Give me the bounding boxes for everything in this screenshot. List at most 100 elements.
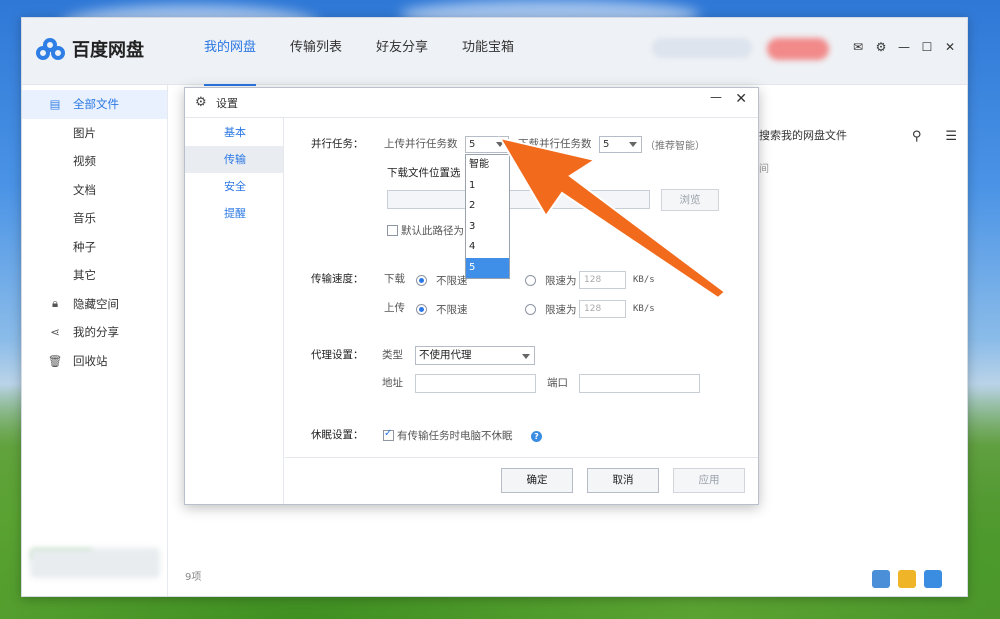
settings-gear-icon[interactable]: ⚙ [874,40,888,54]
sidebar-item-music[interactable]: 音乐 [22,204,167,233]
help-icon[interactable]: ? [531,431,542,442]
dropdown-option[interactable]: 1 [466,176,509,197]
settings-tab-reminder[interactable]: 提醒 [185,200,283,227]
gear-icon: ⚙ [195,95,207,110]
item-count: 9项 [185,572,202,583]
sidebar-item-docs[interactable]: 文档 [22,176,167,205]
no-sleep-label: 有传输任务时电脑不休眠 [397,430,513,442]
download-unlimited-radio[interactable] [416,275,427,286]
upload-limit-radio[interactable] [525,304,536,315]
app-logo: 百度网盘 [36,36,144,62]
tab-transfer-list[interactable]: 传输列表 [273,18,359,85]
no-sleep-checkbox[interactable] [383,428,394,441]
cloud-logo-icon [36,38,66,60]
settings-tab-basic[interactable]: 基本 [185,119,283,146]
dialog-header: ⚙ 设置 — ✕ [185,88,758,118]
chevron-down-icon [496,142,504,147]
tray-app-icon[interactable] [924,570,942,588]
settings-dialog: ⚙ 设置 — ✕ 基本 传输 安全 提醒 并行任务： 上传并行任务数 5 下载并… [184,87,759,505]
sidebar-item-videos[interactable]: 视频 [22,147,167,176]
upload-limit-input[interactable]: 128 [579,300,626,318]
download-path-field[interactable] [387,190,650,209]
main-nav: 我的网盘 传输列表 好友分享 功能宝箱 [187,18,531,86]
chevron-down-icon [629,142,637,147]
upload-unlimited-radio[interactable] [416,304,427,315]
tray-app-icon[interactable] [872,570,890,588]
download-parallel-select[interactable]: 5 [599,136,642,153]
dialog-footer: 确定 取消 应用 [285,457,758,504]
cancel-button[interactable]: 取消 [587,468,659,493]
apply-button[interactable]: 应用 [673,468,745,493]
tab-my-netdisk[interactable]: 我的网盘 [187,18,273,86]
upload-parallel-label: 上传并行任务数 [384,138,458,150]
proxy-type-value: 不使用代理 [419,349,472,361]
ok-button[interactable]: 确定 [501,468,573,493]
sidebar-item-label: 其它 [73,268,96,283]
chevron-down-icon [522,354,530,359]
lock-icon: 🔒︎ [51,296,59,311]
proxy-address-label: 地址 [382,377,403,389]
app-name: 百度网盘 [72,40,144,61]
dropdown-option[interactable]: 2 [466,196,509,217]
dialog-minimize-icon[interactable]: — [710,90,722,104]
settings-nav: 基本 传输 安全 提醒 [185,118,284,504]
sidebar-item-label: 我的分享 [73,325,119,340]
settings-tab-security[interactable]: 安全 [185,173,283,200]
dropdown-option-selected[interactable]: 5 [466,257,509,278]
column-header-time[interactable]: 间 [759,160,769,175]
download-limit-radio[interactable] [525,275,536,286]
download-parallel-label: 下载并行任务数 [518,138,592,150]
proxy-address-input[interactable] [415,374,536,393]
sidebar-item-hidden-space[interactable]: 🔒︎ 隐藏空间 [22,290,167,319]
dropdown-option[interactable]: 3 [466,217,509,238]
search-hint[interactable]: 搜索我的网盘文件 [759,127,847,143]
proxy-type-select[interactable]: 不使用代理 [415,346,535,365]
dialog-title: 设置 [216,97,238,110]
download-limit-input[interactable]: 128 [579,271,626,289]
sidebar-item-my-shares[interactable]: ⋖ 我的分享 [22,318,167,347]
close-icon[interactable]: ✕ [943,40,957,54]
upload-unlimited-label: 不限速 [436,304,468,316]
dropdown-option[interactable]: 4 [466,237,509,258]
download-location-label: 下载文件位置选 [387,167,461,179]
tab-feature-box[interactable]: 功能宝箱 [445,18,531,85]
baidu-jingyan-watermark: Baidu经验 jingyan.baidu.com [762,510,931,572]
sidebar: ▤ 全部文件 图片 视频 文档 音乐 种子 其它 🔒︎ 隐藏空间 ⋖ 我的分享 … [22,85,168,596]
upload-unit: KB/s [633,304,655,314]
dropdown-option[interactable]: 智能 [466,155,509,176]
title-bar: 百度网盘 我的网盘 传输列表 好友分享 功能宝箱 ✉ ⚙ — ☐ ✕ [22,18,967,86]
dialog-close-icon[interactable]: ✕ [735,91,747,107]
main-toolbar-icons: ⚲ ☰ [912,129,957,144]
proxy-label: 代理设置： [311,349,364,361]
sidebar-item-label: 音乐 [73,211,96,226]
sidebar-item-images[interactable]: 图片 [22,119,167,148]
sidebar-item-all-files[interactable]: ▤ 全部文件 [22,90,167,119]
blurred-username [652,38,752,58]
upload-speed-label: 上传 [384,302,405,314]
settings-tab-transfer[interactable]: 传输 [185,146,283,173]
download-unit: KB/s [633,275,655,285]
tray-app-icon[interactable] [898,570,916,588]
sidebar-item-torrents[interactable]: 种子 [22,233,167,262]
sidebar-item-other[interactable]: 其它 [22,261,167,290]
upload-parallel-value: 5 [469,139,476,150]
sidebar-item-label: 隐藏空间 [73,296,119,311]
tab-friend-share[interactable]: 好友分享 [359,18,445,85]
upload-parallel-dropdown: 智能 1 2 3 4 5 [465,154,510,279]
upload-parallel-select[interactable]: 5 [465,136,509,153]
list-view-icon[interactable]: ☰ [945,129,957,144]
download-limit-label: 限速为 [545,275,577,287]
transfer-speed-label: 传输速度： [311,273,364,285]
maximize-icon[interactable]: ☐ [920,40,934,54]
sidebar-item-recycle-bin[interactable]: 🗑︎ 回收站 [22,347,167,376]
proxy-port-input[interactable] [579,374,700,393]
mail-icon[interactable]: ✉ [851,40,865,54]
recommend-hint: （推荐智能） [645,141,705,152]
default-path-checkbox[interactable] [387,225,398,236]
file-icon: ▤ [49,97,61,112]
download-parallel-value: 5 [603,139,610,150]
browse-button[interactable]: 浏览 [661,189,719,211]
search-icon[interactable]: ⚲ [912,129,922,144]
download-speed-label: 下载 [384,273,405,285]
minimize-icon[interactable]: — [897,40,911,54]
